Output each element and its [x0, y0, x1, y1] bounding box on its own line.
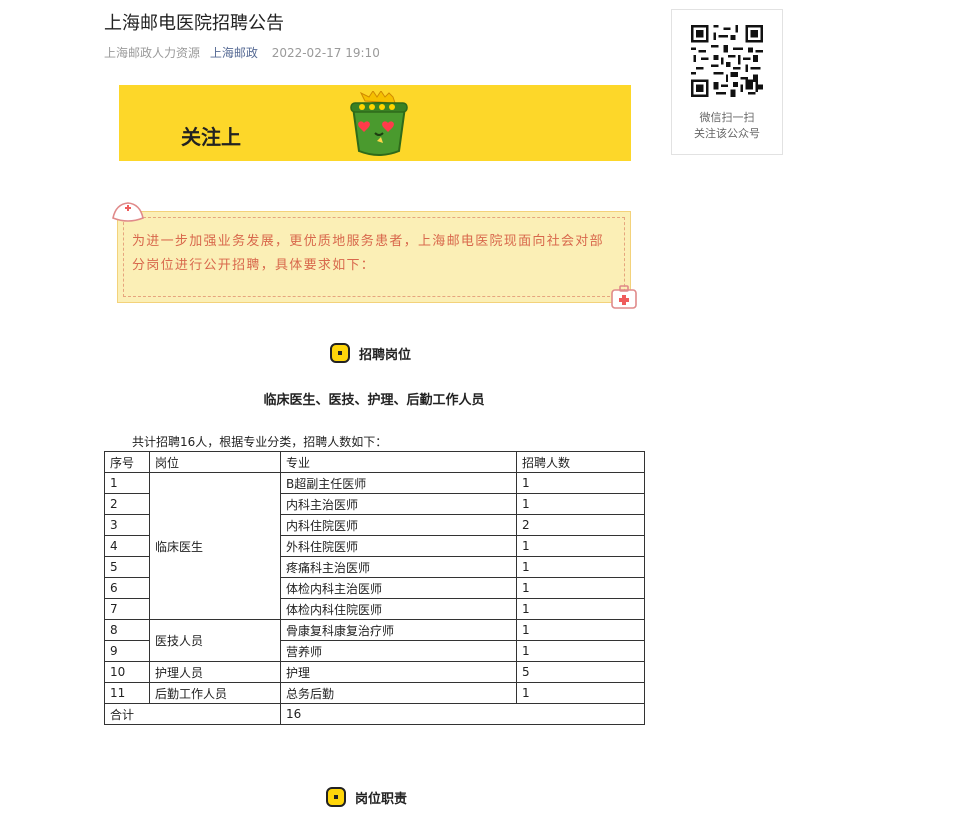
nurse-cap-icon: [112, 202, 144, 222]
square-badge-icon: [330, 343, 350, 363]
recruit-summary: 共计招聘16人，根据专业分类，招聘人数如下：: [132, 435, 388, 449]
first-aid-kit-icon: [611, 285, 637, 309]
row-number: 8: [104, 619, 150, 641]
row-major: 骨康复科康复治疗师: [280, 619, 517, 641]
row-count: 2: [516, 514, 645, 536]
header-cell: 招聘人数: [516, 451, 645, 473]
recruit-subtitle: 临床医生、医技、护理、后勤工作人员: [263, 393, 485, 408]
row-major: 总务后勤: [280, 682, 517, 704]
row-count: 1: [516, 472, 645, 494]
row-major: 疼痛科主治医师: [280, 556, 517, 578]
row-major: 护理: [280, 661, 517, 683]
follow-banner: 关注上: [119, 85, 631, 161]
row-count: 1: [516, 640, 645, 662]
author-name: 上海邮政人力资源: [104, 46, 201, 60]
row-number: 2: [104, 493, 150, 515]
row-number: 11: [104, 682, 150, 704]
header-cell: 序号: [104, 451, 150, 473]
square-badge-icon: [326, 787, 346, 807]
row-major: 内科住院医师: [280, 514, 517, 536]
qr-caption-scan: 微信扫一扫: [699, 111, 755, 124]
qr-follow-card: 微信扫一扫 关注该公众号: [671, 9, 783, 155]
section-heading-positions: 招聘岗位: [330, 343, 411, 363]
qr-code-icon[interactable]: [691, 25, 763, 97]
table-row: 11 后勤工作人员 总务后勤 1: [104, 682, 645, 704]
table-row: 10 护理人员 护理 5: [104, 661, 645, 683]
row-major: 外科住院医师: [280, 535, 517, 557]
section-heading-duties: 岗位职责: [326, 787, 407, 807]
post-clinical: 临床医生: [149, 472, 281, 620]
article-title: 上海邮电医院招聘公告: [104, 13, 284, 34]
row-major: 体检内科住院医师: [280, 598, 517, 620]
table-header-row: 序号 岗位 专业 招聘人数: [104, 451, 645, 473]
row-major: 内科主治医师: [280, 493, 517, 515]
row-major: 体检内科主治医师: [280, 577, 517, 599]
row-number: 7: [104, 598, 150, 620]
account-link[interactable]: 上海邮政: [210, 46, 258, 60]
row-number: 1: [104, 472, 150, 494]
row-number: 4: [104, 535, 150, 557]
row-count: 1: [516, 535, 645, 557]
recruitment-table: 序号 岗位 专业 招聘人数 1 临床医生 B超副主任医师 1 2 内科主治医师 …: [104, 451, 645, 725]
row-major: B超副主任医师: [280, 472, 517, 494]
row-count: 1: [516, 682, 645, 704]
header-cell: 岗位: [149, 451, 281, 473]
table-row: 1 临床医生 B超副主任医师 1: [104, 472, 645, 620]
row-number: 10: [104, 661, 150, 683]
total-label: 合计: [104, 703, 281, 725]
post-nursing: 护理人员: [149, 661, 281, 683]
banner-text: 关注上: [181, 125, 241, 149]
post-logistics: 后勤工作人员: [149, 682, 281, 704]
row-count: 1: [516, 598, 645, 620]
intro-callout: 为进一步加强业务发展，更优质地服务患者，上海邮电医院现面向社会对部分岗位进行公开…: [110, 200, 640, 310]
row-count: 5: [516, 661, 645, 683]
table-row: 8 医技人员 骨康复科康复治疗师 1: [104, 619, 645, 662]
row-major: 营养师: [280, 640, 517, 662]
row-count: 1: [516, 577, 645, 599]
intro-text: 为进一步加强业务发展，更优质地服务患者，上海邮电医院现面向社会对部分岗位进行公开…: [132, 234, 604, 273]
row-number: 3: [104, 514, 150, 536]
green-bucket-mascot-icon: [350, 91, 408, 156]
table-total-row: 合计 16: [104, 703, 645, 725]
row-count: 1: [516, 493, 645, 515]
post-medtech: 医技人员: [149, 619, 281, 662]
row-count: 1: [516, 619, 645, 641]
row-number: 6: [104, 577, 150, 599]
total-value: 16: [280, 703, 645, 725]
publish-datetime: 2022-02-17 19:10: [271, 46, 380, 60]
qr-caption-follow: 关注该公众号: [694, 127, 760, 140]
row-count: 1: [516, 556, 645, 578]
row-number: 9: [104, 640, 150, 662]
row-number: 5: [104, 556, 150, 578]
header-cell: 专业: [280, 451, 517, 473]
article-meta: 上海邮政人力资源 上海邮政 2022-02-17 19:10: [104, 44, 380, 61]
